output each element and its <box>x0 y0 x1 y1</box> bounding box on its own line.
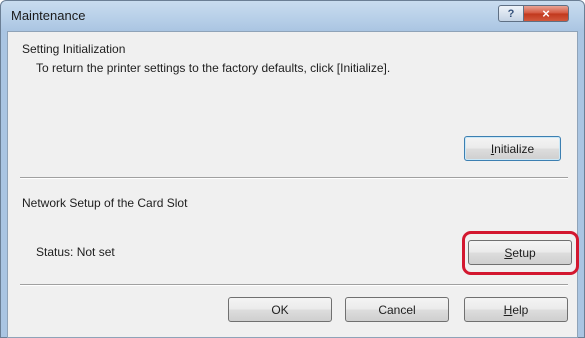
window-title: Maintenance <box>11 8 86 23</box>
help-button[interactable]: Help <box>464 297 568 322</box>
ok-button[interactable]: OK <box>228 297 332 322</box>
help-icon[interactable]: ? <box>498 5 524 22</box>
dialog-content: Setting Initialization To return the pri… <box>7 31 579 338</box>
close-icon[interactable]: × <box>523 5 569 22</box>
title-bar[interactable]: Maintenance ? × <box>1 1 584 31</box>
initialization-heading: Setting Initialization <box>22 42 126 56</box>
help-button-label: elp <box>512 302 529 317</box>
initialization-description: To return the printer settings to the fa… <box>36 61 391 75</box>
network-heading: Network Setup of the Card Slot <box>22 196 188 210</box>
setup-button-label: etup <box>512 245 536 260</box>
initialize-button[interactable]: Initialize <box>464 136 561 161</box>
initialize-button-label: nitialize <box>494 141 535 156</box>
separator <box>20 177 568 179</box>
network-status: Status: Not set <box>36 245 115 259</box>
maintenance-dialog: Maintenance ? × Setting Initialization T… <box>0 0 585 338</box>
setup-button[interactable]: Setup <box>468 240 572 265</box>
cancel-button[interactable]: Cancel <box>345 297 449 322</box>
separator <box>20 284 568 286</box>
